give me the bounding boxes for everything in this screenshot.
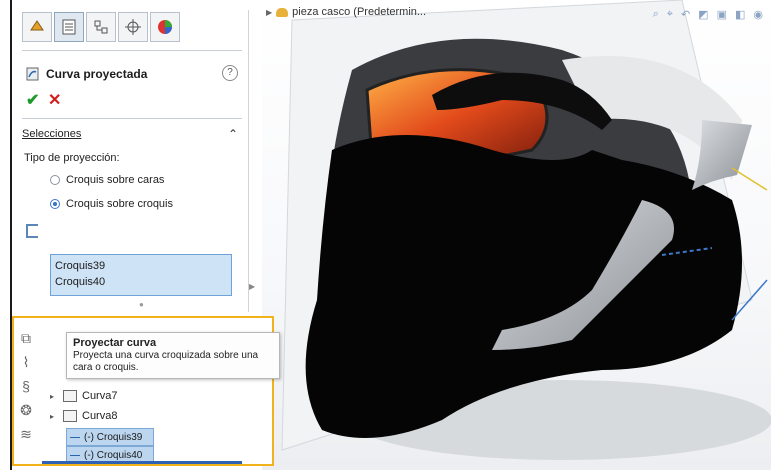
- property-manager-icon: [62, 19, 76, 35]
- feature-manager-icon: [30, 20, 44, 31]
- configuration-manager-tab[interactable]: [86, 12, 116, 42]
- selections-section-header[interactable]: Selecciones ⌃: [22, 127, 242, 141]
- expand-arrow-icon[interactable]: ▶: [266, 8, 272, 17]
- panel-splitter-arrow-icon[interactable]: ▶: [249, 282, 255, 291]
- command-icon-column: ⧉ ⌇ § ❂ ≋: [18, 330, 40, 442]
- selection-item[interactable]: Croquis40: [55, 274, 227, 290]
- pm-title: Curva proyectada: [46, 67, 148, 81]
- display-manager-tab[interactable]: [150, 12, 180, 42]
- resize-handle-icon[interactable]: ●: [139, 300, 144, 309]
- part-title-bar[interactable]: ▶ pieza casco (Predetermin...: [266, 6, 426, 18]
- expand-arrow-icon[interactable]: ▸: [50, 412, 58, 421]
- tree-sketch-croquis39[interactable]: (-) Croquis39: [66, 428, 154, 446]
- previous-view-icon[interactable]: ↶: [681, 8, 690, 21]
- cancel-x-icon[interactable]: ✕: [48, 90, 61, 110]
- help-icon[interactable]: ?: [222, 65, 238, 81]
- tabs-divider: [22, 50, 242, 51]
- feature-tree-highlight: ⧉ ⌇ § ❂ ≋ ▸ Curva7 ▸ Curva8 (-) Croquis3…: [12, 316, 280, 466]
- curve-feature-icon: [63, 410, 77, 422]
- graphics-viewport[interactable]: [262, 0, 771, 470]
- rollback-bar[interactable]: [42, 461, 242, 464]
- part-helmet-icon: [276, 7, 289, 17]
- option-sketch-on-sketch[interactable]: Croquis sobre croquis: [50, 198, 173, 210]
- dimxpert-icon: [125, 19, 141, 35]
- property-manager-tab[interactable]: [54, 12, 84, 42]
- sketch-icon: [70, 436, 80, 438]
- zoom-area-icon[interactable]: ⌖: [667, 8, 673, 21]
- display-style-icon[interactable]: ◧: [735, 8, 745, 21]
- tree-item-curva8[interactable]: ▸ Curva8: [50, 410, 117, 422]
- tree-item-curva7[interactable]: ▸ Curva7: [50, 390, 117, 402]
- expand-arrow-icon[interactable]: ▸: [50, 392, 58, 401]
- left-window-edge: [0, 0, 12, 470]
- tooltip-description: Proyecta una curva croquizada sobre una …: [73, 350, 259, 373]
- option-label: Croquis sobre croquis: [66, 198, 173, 210]
- curve-through-points-icon[interactable]: ≋: [18, 426, 34, 442]
- command-tooltip: Proyectar curva Proyecta una curva croqu…: [66, 332, 280, 379]
- manager-tabs: [22, 12, 180, 46]
- selections-label: Selecciones: [22, 128, 82, 140]
- sketch-selection-icon: [26, 224, 38, 238]
- heads-up-toolbar: ⌕ ⌖ ↶ ◩ ▣ ◧ ◉: [653, 8, 763, 21]
- selection-item[interactable]: Croquis39: [55, 258, 227, 274]
- display-manager-icon: [158, 20, 172, 34]
- option-label: Croquis sobre caras: [66, 174, 165, 186]
- zoom-to-fit-icon[interactable]: ⌕: [653, 8, 659, 21]
- curve-feature-icon: [63, 390, 77, 402]
- sketch-label: (-) Croquis39: [84, 431, 143, 443]
- projected-curve-command-icon[interactable]: ⧉: [18, 330, 34, 346]
- feature-manager-tab[interactable]: [22, 12, 52, 42]
- hide-show-icon[interactable]: ◉: [753, 8, 763, 21]
- tooltip-title: Proyectar curva: [73, 337, 157, 349]
- tree-item-label: Curva7: [82, 390, 118, 402]
- sketch-label: (-) Croquis40: [84, 449, 143, 461]
- option-sketch-on-faces[interactable]: Croquis sobre caras: [50, 174, 164, 186]
- sketch-icon: [70, 454, 80, 456]
- tree-item-label: Curva8: [82, 410, 118, 422]
- helix-icon[interactable]: §: [18, 378, 34, 394]
- radio-button-selected[interactable]: [50, 199, 60, 209]
- pm-header: Curva proyectada: [26, 66, 147, 82]
- collapse-chevron-icon[interactable]: ⌃: [228, 127, 238, 141]
- part-name: pieza casco (Predetermin...: [292, 6, 427, 18]
- section-view-icon[interactable]: ◩: [698, 8, 708, 21]
- projected-curve-icon: [26, 67, 39, 81]
- split-line-icon[interactable]: ⌇: [18, 354, 34, 370]
- sketch-selection-box[interactable]: Croquis39 Croquis40: [50, 254, 232, 296]
- header-divider: [22, 118, 242, 119]
- dimxpert-tab[interactable]: [118, 12, 148, 42]
- radio-button[interactable]: [50, 175, 60, 185]
- projection-type-label: Tipo de proyección:: [24, 152, 120, 164]
- ok-check-icon[interactable]: ✔: [26, 90, 39, 110]
- composite-curve-icon[interactable]: ❂: [18, 402, 34, 418]
- helmet-model-render: [281, 0, 771, 460]
- view-orientation-icon[interactable]: ▣: [717, 8, 727, 21]
- property-manager-panel: Curva proyectada ? ✔ ✕ Selecciones ⌃ Tip…: [14, 10, 249, 312]
- configuration-manager-icon: [94, 20, 108, 34]
